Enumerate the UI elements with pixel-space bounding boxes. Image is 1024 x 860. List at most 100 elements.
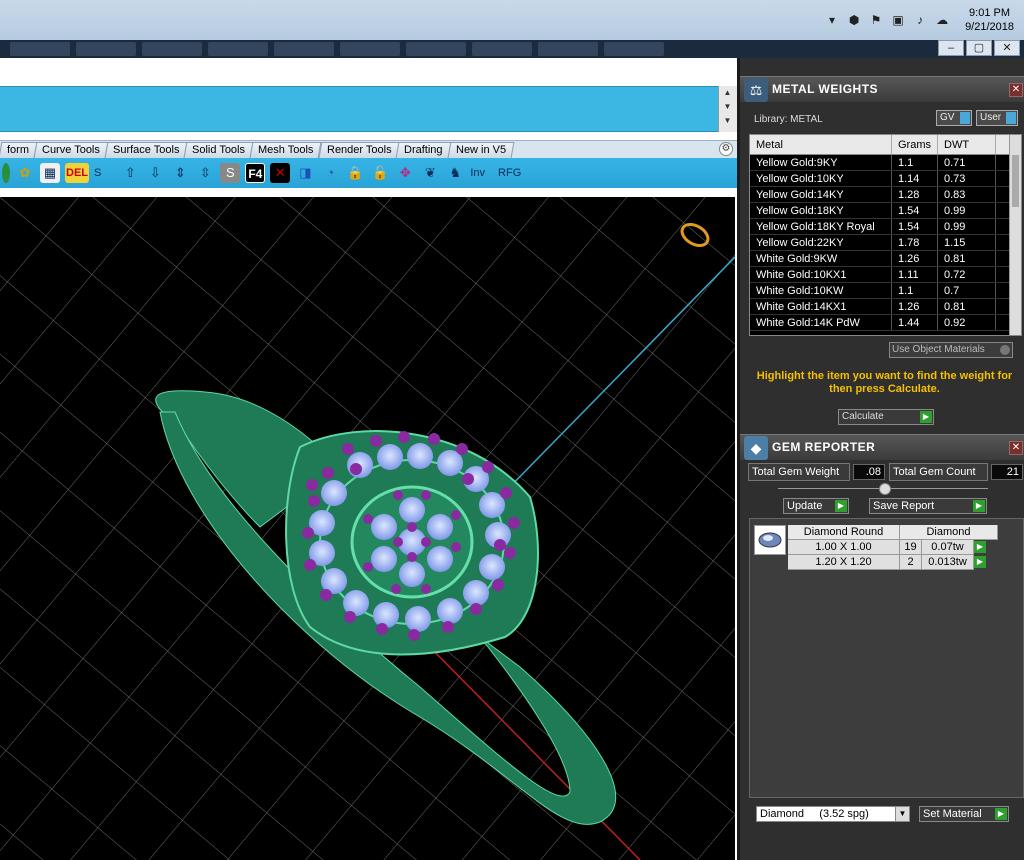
close-button[interactable]: ✕ [994, 40, 1020, 56]
save-report-button[interactable]: Save Report ▶ [869, 498, 987, 514]
sphere-icon[interactable] [2, 163, 10, 183]
grid-icon[interactable]: ▦ [40, 163, 60, 183]
tab-solid-tools[interactable]: Solid Tools [183, 142, 254, 158]
metal-dwt: 0.73 [938, 171, 996, 186]
tab-form[interactable]: form [0, 142, 38, 158]
viewport-canvas[interactable] [0, 197, 736, 860]
scroll-end-icon[interactable]: ▼ [719, 114, 736, 128]
taskbar-window-button[interactable] [340, 42, 400, 56]
taskbar-window-button[interactable] [76, 42, 136, 56]
metal-dwt: 0.92 [938, 315, 996, 330]
metal-table: Metal Grams DWT Yellow Gold:9KY 1.1 0.71 Y… [749, 134, 1022, 336]
library-label: Library: METAL [754, 114, 823, 125]
taskbar-window-button[interactable] [10, 42, 70, 56]
metal-weights-header: ⚖ METAL WEIGHTS ✕ [740, 76, 1024, 102]
command-scrollbar[interactable]: ▲ ▼ ▼ [718, 86, 737, 132]
table-row[interactable]: Yellow Gold:10KY 1.14 0.73 [750, 171, 1021, 187]
metal-table-scrollbar[interactable] [1009, 135, 1021, 335]
taskbar-window-button[interactable] [538, 42, 598, 56]
close-icon[interactable]: ✕ [1009, 83, 1023, 97]
tab-drafting[interactable]: Drafting [395, 142, 452, 158]
move-arrows-icon[interactable]: ✥ [395, 163, 415, 183]
tab-mesh-tools[interactable]: Mesh Tools [249, 142, 323, 158]
arrow-spread-icon[interactable]: ⇳ [195, 163, 215, 183]
taskbar-window-button[interactable] [472, 42, 532, 56]
f4-button[interactable]: F4 [245, 163, 266, 183]
table-row[interactable]: Yellow Gold:14KY 1.28 0.83 [750, 187, 1021, 203]
table-row[interactable]: White Gold:10KW 1.1 0.7 [750, 283, 1021, 299]
metal-name: White Gold:9KW [750, 251, 892, 266]
cross-icon[interactable]: ✕ [270, 163, 291, 183]
column-header[interactable]: DWT [938, 135, 996, 154]
scrollbar-thumb[interactable] [1012, 155, 1019, 207]
arrow-up-icon[interactable]: ⇧ [120, 163, 140, 183]
play-icon: ▶ [974, 541, 986, 553]
command-toolbar: ✿ ▦ DEL S ⇧ ⇩ ⇕ ⇳ S F4 ✕ ◨ ◔ 🔒 🔓 ✥ ❦ ♞ I… [0, 158, 737, 188]
table-row[interactable]: 1.20 X 1.20 2 0.013tw ▶ [788, 555, 998, 570]
minimize-button[interactable]: – [938, 40, 964, 56]
taskbar-window-button[interactable] [604, 42, 664, 56]
rotate-object-icon[interactable]: ◔ [320, 163, 340, 183]
chevron-down-icon[interactable]: ▼ [895, 807, 909, 821]
tab-curve-tools[interactable]: Curve Tools [33, 142, 109, 158]
network-icon[interactable]: ▣ [891, 13, 905, 27]
shield-icon[interactable]: ⬢ [847, 13, 861, 27]
taskbar-window-button[interactable] [406, 42, 466, 56]
set-material-button[interactable]: Set Material ▶ [919, 806, 1009, 822]
gem-row-go[interactable]: ▶ [974, 555, 998, 570]
taskbar-window-button[interactable] [142, 42, 202, 56]
gv-toggle[interactable]: GV [936, 110, 972, 126]
tab-surface-tools[interactable]: Surface Tools [104, 142, 188, 158]
table-row[interactable]: Yellow Gold:18KY 1.54 0.99 [750, 203, 1021, 219]
cloud-icon[interactable]: ☁ [935, 13, 949, 27]
divider-slider-knob[interactable] [879, 483, 891, 495]
arrow-updown-icon[interactable]: ⇕ [170, 163, 190, 183]
volume-icon[interactable]: ♪ [913, 13, 927, 27]
use-object-materials-button[interactable]: Use Object Materials [889, 342, 1013, 358]
table-row[interactable]: Yellow Gold:9KY 1.1 0.71 [750, 155, 1021, 171]
table-row[interactable]: White Gold:14K PdW 1.44 0.92 [750, 315, 1021, 331]
column-header[interactable]: Grams [892, 135, 938, 154]
s-label[interactable]: S [94, 167, 101, 179]
cylinder-icon[interactable]: ◨ [295, 163, 315, 183]
clock[interactable]: 9:01 PM 9/21/2018 [965, 6, 1014, 34]
restore-button[interactable]: ▢ [966, 40, 992, 56]
gear-icon[interactable]: ⚙ [719, 142, 733, 156]
chevron-up-icon[interactable]: ▾ [825, 13, 839, 27]
calculate-button[interactable]: Calculate ▶ [838, 409, 934, 425]
table-row[interactable]: Yellow Gold:22KY 1.78 1.15 [750, 235, 1021, 251]
table-row[interactable]: Yellow Gold:18KY Royal 1.54 0.99 [750, 219, 1021, 235]
update-button[interactable]: Update ▶ [783, 498, 849, 514]
taskbar-window-button[interactable] [274, 42, 334, 56]
table-row[interactable]: White Gold:10KX1 1.11 0.72 [750, 267, 1021, 283]
metal-name: White Gold:14K PdW [750, 315, 892, 330]
table-row[interactable]: White Gold:9KW 1.26 0.81 [750, 251, 1021, 267]
gem-row-go[interactable]: ▶ [974, 540, 998, 555]
lock-icon[interactable]: 🔒 [345, 163, 365, 183]
taskbar-window-button[interactable] [208, 42, 268, 56]
scroll-down-icon[interactable]: ▼ [719, 100, 736, 114]
material-select[interactable]: Diamond (3.52 spg) ▼ [756, 806, 910, 822]
play-icon: ▶ [974, 556, 986, 568]
gears-icon[interactable]: ✿ [15, 163, 35, 183]
tab-render-tools[interactable]: Render Tools [318, 142, 400, 158]
table-row[interactable]: White Gold:14KX1 1.26 0.81 [750, 299, 1021, 315]
flag-icon[interactable]: ⚑ [869, 13, 883, 27]
gem-icon: ◆ [744, 436, 768, 460]
user-hammer-icon[interactable]: ♞ [445, 163, 465, 183]
scale-icon: ⚖ [744, 78, 768, 102]
rfg-button[interactable]: RFG [498, 167, 521, 179]
arrow-down-icon[interactable]: ⇩ [145, 163, 165, 183]
scroll-up-icon[interactable]: ▲ [719, 86, 736, 100]
invert-button[interactable]: Inv [470, 167, 485, 179]
column-header[interactable]: Metal [750, 135, 892, 154]
table-row[interactable]: 1.00 X 1.00 19 0.07tw ▶ [788, 540, 998, 555]
tab-new-in-v5[interactable]: New in V5 [447, 142, 515, 158]
unlock-icon[interactable]: 🔓 [370, 163, 390, 183]
delete-history-button[interactable]: DEL [65, 163, 89, 183]
surface-s-icon[interactable]: S [220, 163, 241, 183]
3d-viewport[interactable] [0, 197, 736, 860]
close-icon[interactable]: ✕ [1009, 441, 1023, 455]
gem-settings-icon[interactable]: ❦ [420, 163, 440, 183]
user-toggle[interactable]: User [976, 110, 1018, 126]
